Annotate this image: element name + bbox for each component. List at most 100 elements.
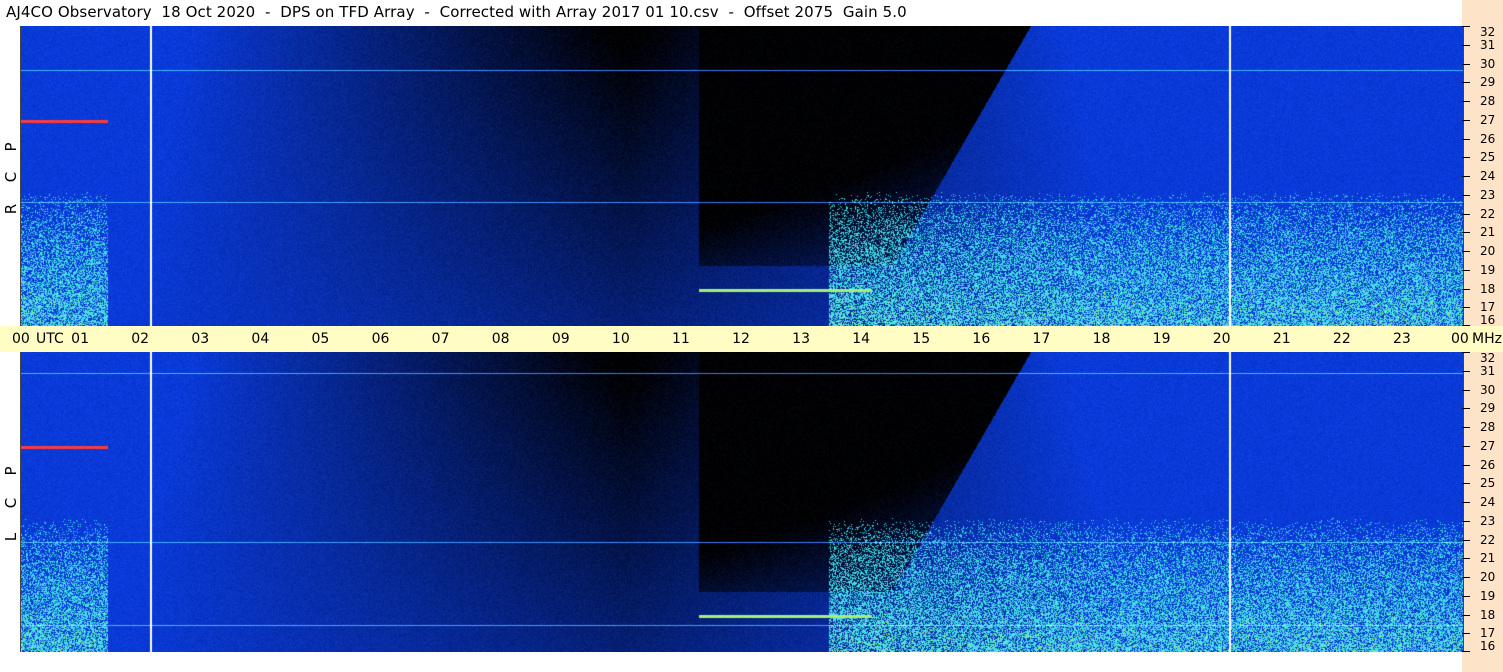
mhz-rcp-label: 24 — [1480, 169, 1496, 183]
hour-label: 17 — [1032, 331, 1051, 347]
mhz-lcp-label: 16 — [1480, 639, 1496, 653]
hour-label: 16 — [972, 331, 991, 347]
mhz-rcp-tick — [1462, 194, 1470, 196]
mhz-rcp-tick — [1462, 101, 1470, 102]
mhz-lcp-tick — [1462, 520, 1470, 522]
mhz-rcp-tick — [1462, 82, 1470, 84]
mhz-lcp-label: 18 — [1480, 607, 1496, 622]
mhz-rcp-tick — [1462, 251, 1470, 252]
mhz-lcp-tick — [1462, 464, 1470, 466]
hour-label: 11 — [671, 331, 690, 347]
mhz-rcp-label: 29 — [1480, 75, 1496, 90]
mhz-rcp-label: 23 — [1480, 187, 1496, 202]
hour-label: 20 — [1212, 331, 1231, 347]
mhz-lcp-tick — [1462, 427, 1470, 428]
mhz-rcp-label: 32 — [1480, 25, 1496, 39]
mhz-lcp-tick — [1462, 408, 1470, 410]
hour-label: 05 — [311, 331, 330, 347]
mhz-lcp-tick — [1462, 502, 1470, 503]
time-axis-end: 00 — [1451, 331, 1469, 347]
mhz-rcp-tick — [1462, 157, 1470, 159]
mhz-rcp-label: 26 — [1480, 131, 1496, 146]
mhz-rcp-tick — [1462, 213, 1470, 215]
mhz-rcp-tick — [1462, 26, 1470, 27]
polarization-lcp-letter-c: C — [2, 497, 20, 509]
time-axis-utc-label: UTC — [36, 331, 64, 347]
hour-label: 19 — [1152, 331, 1171, 347]
frequency-unit-label: MHz — [1472, 331, 1502, 347]
hour-label: 01 — [71, 331, 89, 347]
mhz-lcp-tick — [1462, 389, 1470, 391]
polarization-lcp-letter-l: P — [2, 466, 20, 476]
spectrogram-lcp-canvas — [21, 352, 1463, 652]
hour-label: 21 — [1272, 331, 1291, 347]
mhz-lcp-label: 26 — [1480, 457, 1496, 472]
mhz-lcp-label: 19 — [1480, 588, 1496, 603]
hour-label: 13 — [792, 331, 810, 347]
mhz-rcp-label: 27 — [1480, 112, 1496, 127]
mhz-rcp-tick — [1462, 269, 1470, 271]
mhz-rcp-label: 31 — [1480, 37, 1496, 52]
mhz-rcp-tick — [1462, 44, 1470, 46]
mhz-lcp-label: 23 — [1480, 513, 1496, 528]
mhz-rcp-label: 25 — [1480, 150, 1496, 165]
frequency-scale-lcp: 32 31 30 29 28 27 26 25 24 23 22 21 20 19 18 17 16 — [1462, 352, 1503, 652]
mhz-lcp-tick — [1462, 595, 1470, 597]
mhz-lcp-label: 30 — [1480, 382, 1496, 397]
mhz-rcp-label: 16 — [1480, 313, 1496, 327]
mhz-lcp-tick — [1462, 370, 1470, 372]
mhz-rcp-label: 21 — [1480, 225, 1496, 240]
hour-label: 12 — [732, 331, 750, 347]
mhz-lcp-tick — [1462, 577, 1470, 578]
hour-label: 15 — [912, 331, 931, 347]
mhz-rcp-tick — [1462, 325, 1470, 326]
mhz-rcp-label: 20 — [1480, 244, 1496, 258]
mhz-lcp-label: 20 — [1480, 570, 1496, 584]
mhz-lcp-tick — [1462, 445, 1470, 447]
hour-label: 04 — [251, 331, 270, 347]
mhz-lcp-label: 29 — [1480, 401, 1496, 416]
mhz-lcp-tick — [1462, 558, 1470, 560]
mhz-lcp-label: 22 — [1480, 532, 1496, 547]
mhz-rcp-label: 17 — [1480, 300, 1496, 315]
hour-label: 23 — [1392, 331, 1411, 347]
mhz-lcp-tick — [1462, 352, 1470, 353]
spectrogram-rcp-canvas — [21, 26, 1463, 326]
mhz-lcp-tick — [1462, 539, 1470, 541]
mhz-rcp-tick — [1462, 307, 1470, 309]
hour-label: 14 — [852, 331, 871, 347]
mhz-rcp-tick — [1462, 119, 1470, 121]
mhz-rcp-label: 22 — [1480, 206, 1496, 221]
mhz-lcp-label: 24 — [1480, 495, 1496, 509]
hour-label: 09 — [551, 331, 570, 347]
time-axis-start: 00 — [12, 331, 30, 347]
spectrogram-rcp — [20, 26, 1464, 326]
time-axis: 00 UTC 01 02 03 04 05 06 07 08 09 10 11 12 13 14 15 16 1… — [0, 326, 1503, 352]
mhz-lcp-label: 27 — [1480, 438, 1496, 453]
hour-label: 03 — [191, 331, 210, 347]
mhz-rcp-label: 18 — [1480, 281, 1496, 296]
polarization-lcp-letter-p: L — [2, 532, 20, 542]
polarization-rcp-letter-r: P — [2, 142, 20, 152]
hour-label: 18 — [1092, 331, 1111, 347]
polarization-rcp-letter-p: R — [2, 203, 20, 215]
mhz-rcp-tick — [1462, 138, 1470, 140]
frequency-scale-rcp: 32 31 30 29 28 27 26 25 24 23 22 21 20 19 18 17 16 — [1462, 26, 1503, 326]
mhz-rcp-label: 30 — [1480, 56, 1496, 71]
mhz-lcp-tick — [1462, 651, 1470, 652]
mhz-rcp-tick — [1462, 176, 1470, 177]
mhz-lcp-tick — [1462, 614, 1470, 616]
hour-label: 08 — [491, 331, 510, 347]
hour-label: 10 — [611, 331, 630, 347]
mhz-rcp-tick — [1462, 63, 1470, 65]
polarization-rcp-letter-c: C — [2, 171, 20, 183]
mhz-lcp-label: 31 — [1480, 363, 1496, 378]
mhz-lcp-label: 21 — [1480, 551, 1496, 566]
mhz-lcp-label: 32 — [1480, 351, 1496, 365]
mhz-rcp-label: 28 — [1480, 94, 1496, 108]
hour-label: 02 — [131, 331, 150, 347]
mhz-lcp-tick — [1462, 633, 1470, 635]
mhz-rcp-tick — [1462, 288, 1470, 290]
mhz-rcp-tick — [1462, 232, 1470, 234]
mhz-lcp-label: 25 — [1480, 476, 1496, 491]
